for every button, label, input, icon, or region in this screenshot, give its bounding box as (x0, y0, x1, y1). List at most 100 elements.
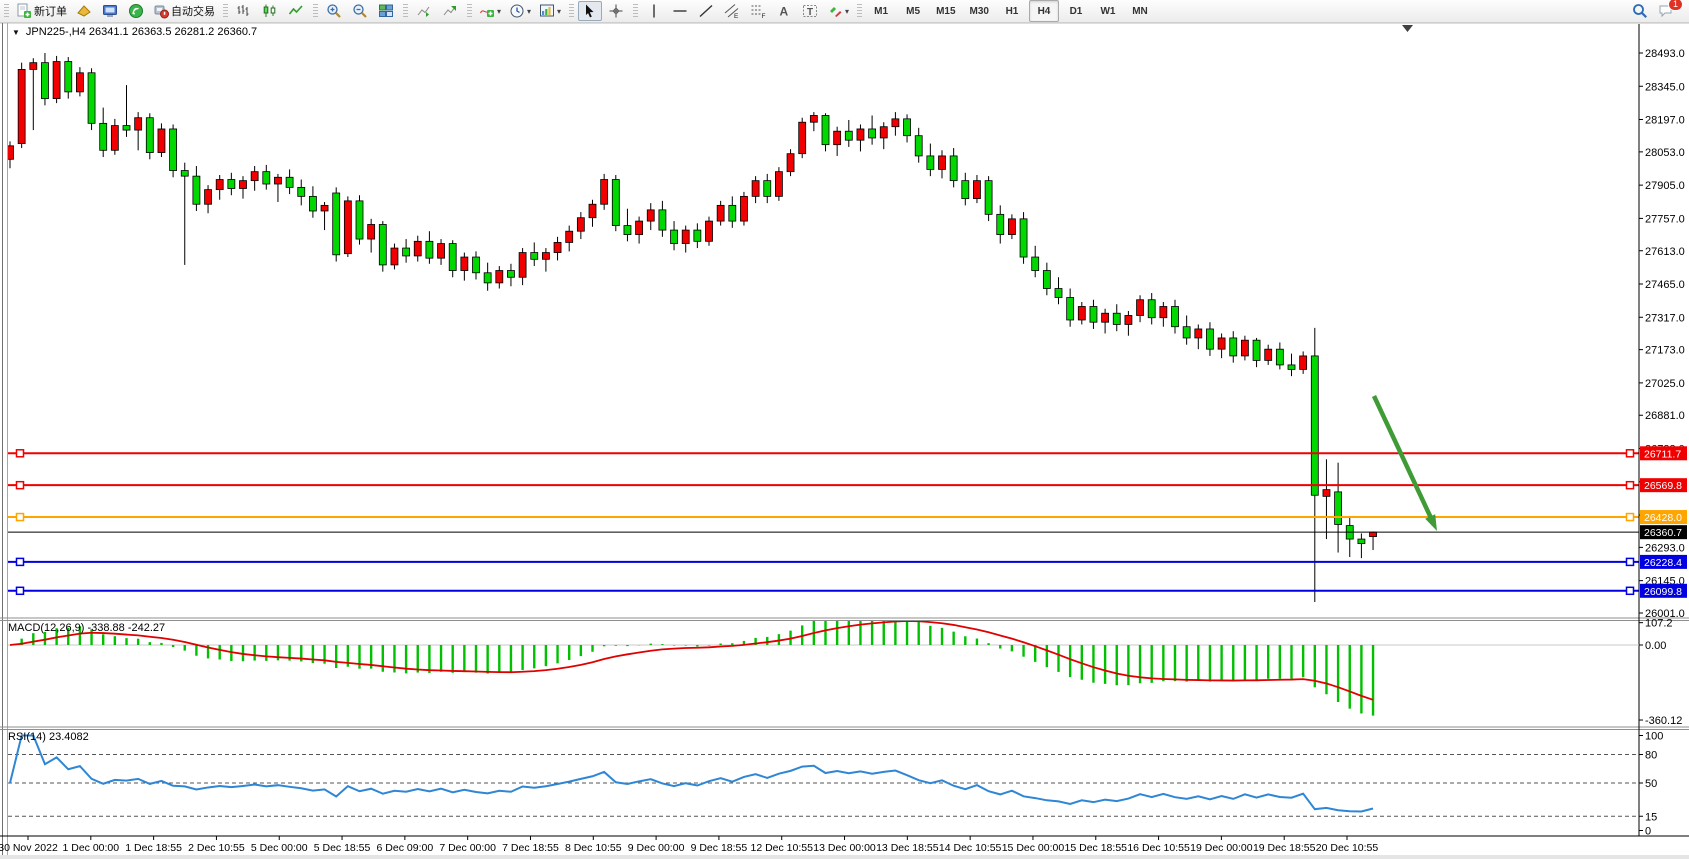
candle[interactable] (30, 63, 37, 70)
candle[interactable] (414, 241, 421, 256)
candlestick-chart-button[interactable] (258, 1, 282, 21)
candle[interactable] (391, 248, 398, 265)
candle[interactable] (810, 115, 817, 122)
candle[interactable] (76, 73, 83, 92)
bar-chart-button[interactable] (232, 1, 256, 21)
arrows-button-dropdown-icon[interactable]: ▾ (845, 7, 849, 16)
search-button[interactable] (1628, 1, 1652, 21)
text-button[interactable]: A (772, 1, 796, 21)
candle[interactable] (752, 181, 759, 197)
candle[interactable] (181, 171, 188, 177)
candle[interactable] (507, 271, 514, 278)
tf-d1[interactable]: D1 (1061, 0, 1091, 22)
candle[interactable] (1043, 271, 1050, 289)
time-axis[interactable]: 30 Nov 20221 Dec 00:001 Dec 18:552 Dec 1… (0, 836, 1378, 854)
candle[interactable] (240, 181, 247, 189)
cursor-button[interactable] (578, 1, 602, 21)
scroll-group-grip[interactable] (403, 4, 408, 18)
metaeditor-button[interactable] (72, 1, 96, 21)
candle[interactable] (1323, 490, 1330, 497)
line-handle[interactable] (17, 514, 24, 521)
candle[interactable] (659, 210, 666, 230)
candle[interactable] (1335, 492, 1342, 525)
candle[interactable] (356, 201, 363, 239)
candle[interactable] (1265, 349, 1272, 360)
candle[interactable] (1276, 349, 1283, 365)
candle[interactable] (915, 136, 922, 156)
candle[interactable] (65, 62, 72, 92)
candle[interactable] (740, 196, 747, 221)
text-label-button[interactable]: T (798, 1, 822, 21)
candle[interactable] (1206, 329, 1213, 349)
candle[interactable] (834, 131, 841, 144)
tf-w1[interactable]: W1 (1093, 0, 1123, 22)
candle[interactable] (612, 180, 619, 226)
tf-mn[interactable]: MN (1125, 0, 1155, 22)
candle[interactable] (473, 257, 480, 273)
indicators-button-dropdown-icon[interactable]: ▾ (497, 7, 501, 16)
candle[interactable] (146, 118, 153, 153)
candle[interactable] (170, 129, 177, 171)
line-handle[interactable] (17, 587, 24, 594)
candle[interactable] (775, 172, 782, 197)
notifications-button[interactable]: 1 (1654, 1, 1678, 21)
candle[interactable] (997, 214, 1004, 234)
signals-button[interactable] (124, 1, 148, 21)
candle[interactable] (426, 241, 433, 258)
candle[interactable] (1137, 300, 1144, 316)
line-handle[interactable] (1627, 558, 1634, 565)
candle[interactable] (449, 244, 456, 271)
candle[interactable] (950, 156, 957, 181)
candle[interactable] (1288, 365, 1295, 369)
candle[interactable] (461, 257, 468, 270)
macd-pane[interactable] (8, 618, 1639, 716)
periods-button-dropdown-icon[interactable]: ▾ (527, 7, 531, 16)
candle[interactable] (729, 205, 736, 221)
candle[interactable] (205, 190, 212, 205)
candle[interactable] (368, 224, 375, 239)
candle[interactable] (216, 180, 223, 190)
autotrading-button[interactable]: 自动交易 (150, 1, 218, 21)
candle[interactable] (251, 172, 258, 181)
line-handle[interactable] (17, 482, 24, 489)
tf-m1[interactable]: M1 (866, 0, 896, 22)
line-handle[interactable] (17, 558, 24, 565)
candle[interactable] (845, 131, 852, 140)
line-handle[interactable] (1627, 482, 1634, 489)
candle[interactable] (531, 253, 538, 260)
candle[interactable] (1370, 532, 1377, 536)
line-handle[interactable] (17, 450, 24, 457)
candle[interactable] (927, 156, 934, 169)
down-arrow-annotation[interactable] (1374, 396, 1431, 518)
candle[interactable] (1300, 356, 1307, 369)
candle[interactable] (1218, 338, 1225, 349)
candle[interactable] (799, 122, 806, 153)
candle[interactable] (135, 118, 142, 130)
candle[interactable] (274, 177, 281, 184)
candle[interactable] (193, 176, 200, 204)
candle[interactable] (298, 187, 305, 196)
periods-button[interactable]: ▾ (506, 1, 534, 21)
trendline-button[interactable] (694, 1, 718, 21)
candle[interactable] (1160, 306, 1167, 317)
tile-windows-button[interactable] (374, 1, 398, 21)
crosshair-button[interactable] (604, 1, 628, 21)
templates-button-dropdown-icon[interactable]: ▾ (557, 7, 561, 16)
candle[interactable] (636, 221, 643, 234)
chart-type-group-grip[interactable] (223, 4, 228, 18)
draw-group-grip[interactable] (633, 4, 638, 18)
candle[interactable] (1172, 306, 1179, 326)
zoom-in-button[interactable] (322, 1, 346, 21)
candle[interactable] (985, 181, 992, 215)
candle[interactable] (403, 248, 410, 256)
candle[interactable] (321, 205, 328, 211)
candle[interactable] (647, 210, 654, 221)
tf-m15[interactable]: M15 (930, 0, 961, 22)
candle[interactable] (1067, 297, 1074, 319)
candle[interactable] (962, 181, 969, 199)
candle[interactable] (1358, 539, 1365, 543)
candle[interactable] (1241, 340, 1248, 356)
candle[interactable] (566, 231, 573, 242)
zoom-out-button[interactable] (348, 1, 372, 21)
market-watch-button[interactable] (98, 1, 122, 21)
